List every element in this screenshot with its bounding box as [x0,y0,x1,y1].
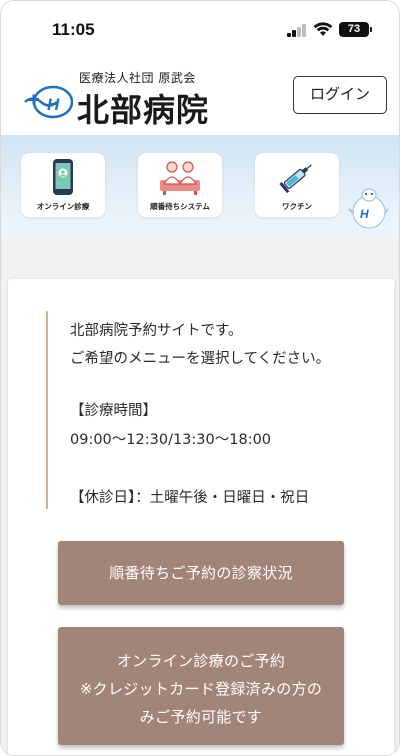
battery-icon: 73 [339,22,372,37]
queue-status-label: 順番待ちご予約の診察状況 [109,564,293,582]
status-time: 11:05 [52,20,95,39]
online-reservation-note-1: ※クレジットカード登録済みの方の [79,680,323,698]
menu-item-online-consultation[interactable]: オンライン診療 [21,153,105,217]
menu-item-label: 順番待ちシステム [150,202,210,211]
info-block: 北部病院予約サイトです。 ご希望のメニューを選択してください。 【診療時間】 0… [46,311,366,509]
menu-banner: オンライン診療 順番待ちシステム ワクチン H [1,135,399,235]
svg-text:H: H [360,207,369,221]
cellular-signal-icon [287,24,307,37]
site-header: H 医療法人社団 原武会 北部病院 ログイン [1,59,399,135]
svg-text:H: H [47,95,60,114]
online-reservation-button[interactable]: オンライン診療のご予約 ※クレジットカード登録済みの方の みご予約可能です [58,627,344,745]
organization-name: 医療法人社団 原武会 [79,71,196,85]
wifi-icon [313,22,333,36]
phone-screen: 11:05 73 H 医療法人社団 原武会 北部病院 ログイン オンライン診療 … [0,0,400,756]
menu-item-vaccine[interactable]: ワクチン [255,153,339,217]
syringe-icon [279,164,312,194]
hospital-logo-icon[interactable]: H [23,85,73,119]
hospital-name: 北部病院 [77,91,210,129]
menu-item-label: ワクチン [282,202,312,211]
smartphone-icon [53,159,73,195]
status-bar: 11:05 73 [1,1,399,59]
login-button[interactable]: ログイン [293,76,387,114]
intro-line-2: ご希望のメニューを選択してください。 [70,351,331,367]
queue-status-button[interactable]: 順番待ちご予約の診察状況 [58,541,344,605]
online-reservation-note-2: みご予約可能です [139,708,263,726]
intro-line-1: 北部病院予約サイトです。 [70,323,243,339]
closed-days: 【休診日】：土曜午後・日曜日・祝日 [70,490,310,506]
hours-value: 09:00〜12:30/13:30〜18:00 [70,432,272,448]
waiting-people-icon [160,161,200,195]
hours-heading: 【診療時間】 [70,403,157,419]
menu-item-label: オンライン診療 [36,202,90,211]
menu-item-queue-system[interactable]: 順番待ちシステム [138,153,222,217]
mascot-icon: H [348,188,389,229]
online-reservation-label: オンライン診療のご予約 [116,652,286,670]
